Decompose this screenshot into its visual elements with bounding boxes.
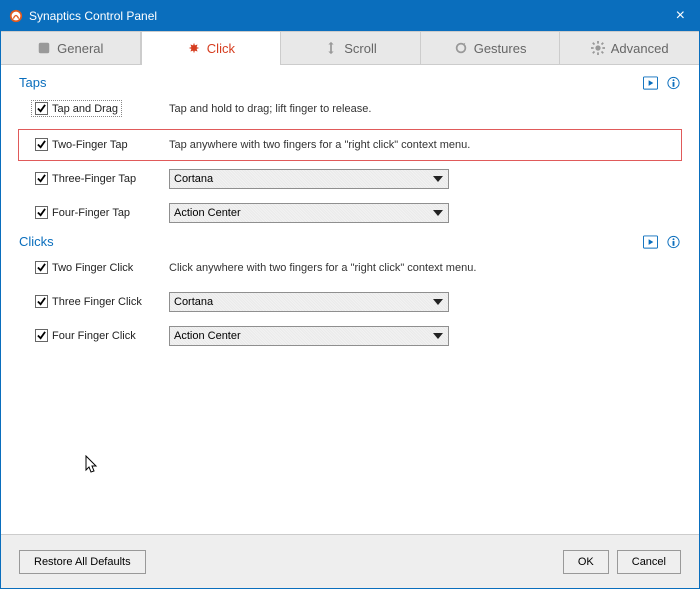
checkbox-label: Three-Finger Tap — [52, 173, 136, 185]
info-icon[interactable] — [666, 76, 681, 90]
row-two-finger-tap: Two-Finger Tap Tap anywhere with two fin… — [19, 130, 681, 160]
check-icon — [37, 174, 46, 183]
section-title: Clicks — [19, 234, 54, 249]
row-description: Tap and hold to drag; lift finger to rel… — [149, 103, 681, 115]
row-description: Click anywhere with two fingers for a "r… — [149, 262, 681, 274]
tab-label: Scroll — [344, 41, 377, 56]
select-three-finger-click[interactable]: Cortana — [169, 292, 449, 312]
select-three-finger-tap[interactable]: Cortana — [169, 169, 449, 189]
check-icon — [37, 208, 46, 217]
section-title: Taps — [19, 75, 46, 90]
row-four-finger-tap: Four-Finger Tap Action Center — [19, 200, 681, 226]
checkbox-three-finger-tap[interactable]: Three-Finger Tap — [31, 170, 140, 187]
row-three-finger-click: Three Finger Click Cortana — [19, 289, 681, 315]
checkbox-label: Four-Finger Tap — [52, 207, 130, 219]
general-icon — [37, 41, 51, 55]
synaptics-logo-icon — [9, 9, 23, 23]
tab-gestures[interactable]: Gestures — [421, 31, 561, 64]
restore-defaults-button[interactable]: Restore All Defaults — [19, 550, 146, 574]
click-icon — [187, 41, 201, 55]
tab-label: General — [57, 41, 103, 56]
checkbox-label: Three Finger Click — [52, 296, 142, 308]
gestures-icon — [454, 41, 468, 55]
check-icon — [37, 331, 46, 340]
video-demo-icon[interactable] — [643, 235, 658, 249]
row-description: Tap anywhere with two fingers for a "rig… — [149, 139, 681, 151]
checkbox-two-finger-click[interactable]: Two Finger Click — [31, 259, 137, 276]
checkbox-label: Two-Finger Tap — [52, 139, 128, 151]
titlebar[interactable]: Synaptics Control Panel × — [1, 1, 699, 31]
select-four-finger-click[interactable]: Action Center — [169, 326, 449, 346]
checkbox-four-finger-click[interactable]: Four Finger Click — [31, 327, 140, 344]
check-icon — [37, 140, 46, 149]
row-three-finger-tap: Three-Finger Tap Cortana — [19, 166, 681, 192]
tab-general[interactable]: General — [1, 31, 141, 64]
tab-label: Advanced — [611, 41, 669, 56]
video-demo-icon[interactable] — [643, 76, 658, 90]
tab-scroll[interactable]: Scroll — [281, 31, 421, 64]
check-icon — [37, 263, 46, 272]
checkbox-label: Tap and Drag — [52, 103, 118, 115]
tab-click[interactable]: Click — [141, 31, 282, 64]
section-header-taps: Taps — [19, 75, 681, 90]
checkbox-label: Two Finger Click — [52, 262, 133, 274]
scroll-icon — [324, 41, 338, 55]
select-four-finger-tap[interactable]: Action Center — [169, 203, 449, 223]
cancel-button[interactable]: Cancel — [617, 550, 681, 574]
window-title: Synaptics Control Panel — [29, 9, 157, 23]
row-four-finger-click: Four Finger Click Action Center — [19, 323, 681, 349]
tab-bar: General Click Scroll Gestures Advanced — [1, 31, 699, 65]
checkbox-tap-and-drag[interactable]: Tap and Drag — [31, 100, 122, 117]
info-icon[interactable] — [666, 235, 681, 249]
checkbox-label: Four Finger Click — [52, 330, 136, 342]
row-tap-and-drag: Tap and Drag Tap and hold to drag; lift … — [19, 96, 681, 122]
content-area: Taps Tap and Drag Tap and hold to drag; … — [1, 65, 699, 533]
checkbox-three-finger-click[interactable]: Three Finger Click — [31, 293, 146, 310]
mouse-cursor-icon — [85, 455, 99, 475]
close-icon[interactable]: × — [670, 7, 691, 25]
tab-label: Gestures — [474, 41, 527, 56]
ok-button[interactable]: OK — [563, 550, 609, 574]
checkbox-two-finger-tap[interactable]: Two-Finger Tap — [31, 136, 132, 153]
checkbox-four-finger-tap[interactable]: Four-Finger Tap — [31, 204, 134, 221]
gear-icon — [591, 41, 605, 55]
check-icon — [37, 104, 46, 113]
check-icon — [37, 297, 46, 306]
row-two-finger-click: Two Finger Click Click anywhere with two… — [19, 255, 681, 281]
tab-label: Click — [207, 41, 235, 56]
tab-advanced[interactable]: Advanced — [560, 31, 699, 64]
footer: Restore All Defaults OK Cancel — [1, 534, 699, 588]
section-header-clicks: Clicks — [19, 234, 681, 249]
window: Synaptics Control Panel × General Click … — [0, 0, 700, 589]
